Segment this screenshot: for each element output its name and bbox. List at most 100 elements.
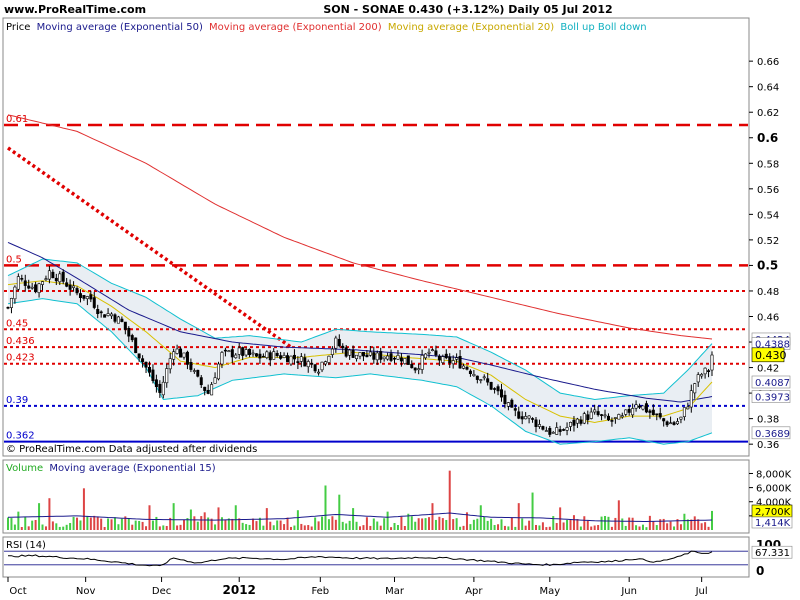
volume-bar bbox=[410, 516, 413, 530]
rsi-legend: RSI (14) bbox=[6, 540, 46, 551]
volume-bar bbox=[283, 524, 286, 530]
volume-bar bbox=[455, 518, 458, 530]
candle-body bbox=[289, 355, 293, 365]
volume-bar bbox=[334, 519, 337, 530]
candle-body bbox=[486, 378, 490, 383]
volume-bar bbox=[610, 526, 613, 530]
volume-bar bbox=[524, 525, 527, 530]
candle-body bbox=[541, 426, 545, 430]
candle-body bbox=[569, 422, 573, 427]
volume-bar bbox=[303, 525, 306, 530]
candle-body bbox=[496, 386, 500, 392]
candle-body bbox=[451, 360, 455, 365]
volume-bar bbox=[327, 519, 330, 530]
candle-body bbox=[113, 314, 117, 322]
candle-body bbox=[203, 386, 207, 391]
x-axis-label: Oct bbox=[9, 586, 26, 597]
volume-bar bbox=[421, 518, 424, 530]
candle-body bbox=[334, 337, 338, 349]
legend-ema200: Moving average (Exponential 200) bbox=[209, 22, 382, 33]
volume-bar bbox=[483, 516, 486, 530]
volume-bar bbox=[424, 518, 427, 530]
candle-body bbox=[141, 358, 145, 363]
volume-bar bbox=[248, 524, 251, 530]
rsi-axis-label: 0 bbox=[756, 564, 764, 578]
volume-bar bbox=[635, 525, 638, 530]
candle-body bbox=[462, 365, 466, 369]
volume-bar bbox=[134, 520, 137, 530]
candle-body bbox=[189, 362, 193, 370]
volume-bar bbox=[400, 516, 403, 530]
candle-body bbox=[351, 349, 355, 358]
volume-bar bbox=[541, 522, 544, 530]
volume-bar bbox=[490, 518, 493, 530]
volume-bar bbox=[96, 516, 99, 530]
level-label-5: 0.423 bbox=[6, 353, 35, 364]
price-axis-label: 0.36 bbox=[757, 440, 779, 451]
candle-body bbox=[413, 367, 417, 371]
candle-body bbox=[75, 288, 79, 294]
candle-body bbox=[89, 294, 93, 300]
candle-body bbox=[465, 366, 469, 370]
candle-body bbox=[234, 354, 238, 359]
volume-bar bbox=[476, 518, 479, 530]
candle-body bbox=[361, 351, 365, 357]
candle-body bbox=[268, 352, 272, 361]
candle-body bbox=[237, 347, 241, 355]
candle-body bbox=[365, 354, 369, 358]
volume-bar bbox=[31, 520, 34, 530]
candle-body bbox=[272, 351, 276, 360]
candle-body bbox=[154, 379, 158, 388]
candle-body bbox=[679, 416, 683, 420]
level-label-4: 0.436 bbox=[6, 336, 35, 347]
volume-bar bbox=[528, 520, 531, 530]
volume-bar bbox=[231, 518, 234, 530]
volume-bar bbox=[269, 521, 272, 530]
volume-bar bbox=[176, 525, 179, 530]
volume-bar bbox=[141, 521, 144, 530]
price-axis-label: 0.62 bbox=[757, 108, 779, 119]
volume-bar bbox=[583, 516, 586, 530]
volume-bar bbox=[262, 525, 265, 530]
volume-bar bbox=[628, 517, 631, 530]
candle-body bbox=[85, 296, 89, 300]
volume-bar bbox=[44, 526, 47, 530]
volume-bar bbox=[51, 521, 54, 530]
volume-bar bbox=[86, 516, 89, 530]
volume-bar bbox=[548, 526, 551, 530]
candle-body bbox=[482, 376, 486, 379]
volume-bar bbox=[621, 518, 624, 530]
candle-body bbox=[120, 318, 124, 322]
candle-body bbox=[161, 381, 165, 396]
candle-body bbox=[524, 416, 528, 420]
candle-body bbox=[631, 408, 635, 416]
candle-body bbox=[130, 335, 134, 341]
volume-bar bbox=[220, 517, 223, 530]
volume-bar bbox=[76, 517, 79, 530]
volume-bar bbox=[590, 526, 593, 530]
volume-bar bbox=[362, 525, 365, 530]
volume-bar bbox=[100, 518, 103, 530]
level-label-1: 0.5 bbox=[6, 254, 22, 265]
volume-bar bbox=[396, 525, 399, 530]
candle-body bbox=[144, 361, 148, 368]
level-label-0: 0.61 bbox=[6, 114, 28, 125]
x-axis-label: Apr bbox=[465, 586, 483, 597]
candle-body bbox=[600, 414, 604, 416]
candle-body bbox=[520, 416, 524, 420]
volume-bar bbox=[600, 516, 603, 530]
volume-bar bbox=[93, 515, 96, 530]
x-axis-label: Dec bbox=[152, 586, 171, 597]
volume-bar bbox=[348, 520, 351, 530]
volume-bar bbox=[234, 505, 237, 530]
candle-body bbox=[386, 355, 390, 360]
candle-body bbox=[282, 355, 286, 358]
volume-bar bbox=[10, 518, 13, 530]
volume-bar bbox=[196, 521, 199, 530]
volume-bar bbox=[272, 525, 275, 530]
volume-bar bbox=[55, 523, 58, 530]
candle-body bbox=[279, 355, 283, 359]
volume-bar bbox=[296, 510, 299, 530]
candle-body bbox=[192, 370, 196, 372]
volume-bar bbox=[555, 523, 558, 530]
